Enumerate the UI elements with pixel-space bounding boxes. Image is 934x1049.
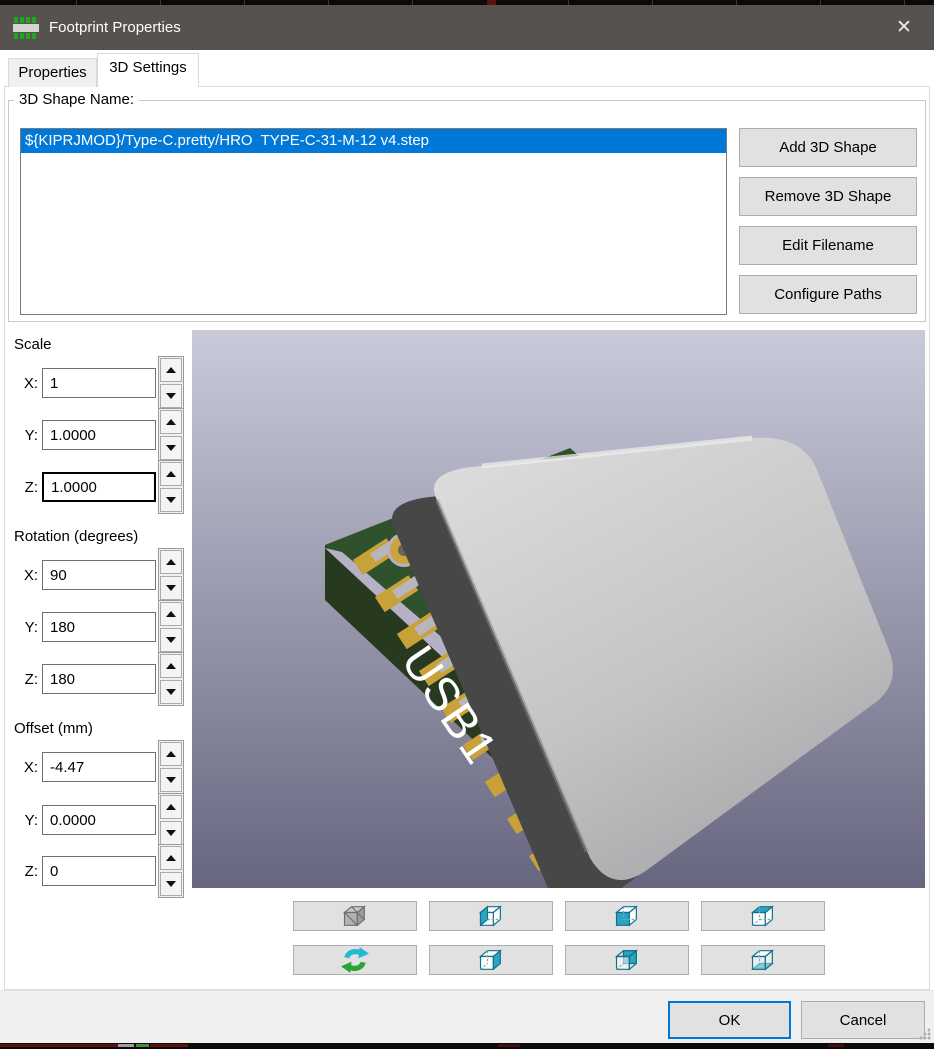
view-back-icon <box>610 946 644 974</box>
tab-3d-settings[interactable]: 3D Settings <box>97 53 199 87</box>
view-left-button[interactable] <box>429 901 553 931</box>
spin-down-button[interactable] <box>160 872 182 896</box>
scale-x-spinner <box>158 356 184 410</box>
view-top-button[interactable] <box>701 901 825 931</box>
spin-up-button[interactable] <box>160 846 182 870</box>
view-front-icon <box>610 902 644 930</box>
offset-z-label: Z: <box>14 863 38 880</box>
shape-name-group-title: 3D Shape Name: <box>14 91 139 108</box>
spin-up-button[interactable] <box>160 358 182 382</box>
footprint-icon <box>13 16 39 40</box>
rotation-y-label: Y: <box>14 619 38 636</box>
scale-z-spinner <box>158 460 184 514</box>
title-bar[interactable]: Footprint Properties ✕ <box>0 5 934 50</box>
spin-down-button[interactable] <box>160 628 182 652</box>
rotation-z-label: Z: <box>14 671 38 688</box>
add-3d-shape-button[interactable]: Add 3D Shape <box>739 128 917 167</box>
rotation-y-spinner <box>158 600 184 654</box>
offset-y-spinner <box>158 793 184 847</box>
offset-y-label: Y: <box>14 812 38 829</box>
close-button[interactable]: ✕ <box>882 5 926 50</box>
spin-down-button[interactable] <box>160 768 182 792</box>
spin-up-button[interactable] <box>160 654 182 678</box>
view-right-icon <box>474 946 508 974</box>
spin-up-button[interactable] <box>160 602 182 626</box>
view-top-icon <box>746 902 780 930</box>
scale-y-spinner <box>158 408 184 462</box>
offset-z-spinner <box>158 844 184 898</box>
background-app-strip-bottom <box>0 1043 934 1049</box>
view-right-button[interactable] <box>429 945 553 975</box>
shape-name-list[interactable]: ${KIPRJMOD}/Type-C.pretty/HRO TYPE-C-31-… <box>20 128 727 315</box>
3d-preview-viewport[interactable]: USB1 <box>192 330 925 888</box>
default-view-icon <box>338 902 372 930</box>
view-left-icon <box>474 902 508 930</box>
update-view-icon <box>338 946 372 974</box>
ok-button[interactable]: OK <box>668 1001 791 1039</box>
spin-down-button[interactable] <box>160 680 182 704</box>
tab-properties[interactable]: Properties <box>8 58 97 87</box>
usb-connector-3d-model: USB1 <box>192 330 925 888</box>
offset-section-title: Offset (mm) <box>14 720 93 737</box>
rotation-z-input[interactable] <box>42 664 156 694</box>
spin-up-button[interactable] <box>160 550 182 574</box>
window-title: Footprint Properties <box>49 19 181 36</box>
spin-up-button[interactable] <box>160 462 182 486</box>
spin-down-button[interactable] <box>160 821 182 845</box>
scale-y-label: Y: <box>14 427 38 444</box>
scale-x-label: X: <box>14 375 38 392</box>
scale-y-input[interactable] <box>42 420 156 450</box>
scale-z-input[interactable] <box>42 472 156 502</box>
rotation-section-title: Rotation (degrees) <box>14 528 138 545</box>
offset-y-input[interactable] <box>42 805 156 835</box>
view-front-button[interactable] <box>565 901 689 931</box>
offset-z-input[interactable] <box>42 856 156 886</box>
rotation-y-input[interactable] <box>42 612 156 642</box>
view-bottom-button[interactable] <box>701 945 825 975</box>
spin-down-button[interactable] <box>160 488 182 512</box>
scale-x-input[interactable] <box>42 368 156 398</box>
edit-filename-button[interactable]: Edit Filename <box>739 226 917 265</box>
default-view-button[interactable] <box>293 901 417 931</box>
offset-x-label: X: <box>14 759 38 776</box>
spin-up-button[interactable] <box>160 795 182 819</box>
spin-down-button[interactable] <box>160 384 182 408</box>
spin-down-button[interactable] <box>160 576 182 600</box>
spin-up-button[interactable] <box>160 410 182 434</box>
offset-x-spinner <box>158 740 184 794</box>
offset-x-input[interactable] <box>42 752 156 782</box>
scale-z-label: Z: <box>14 479 38 496</box>
configure-paths-button[interactable]: Configure Paths <box>739 275 917 314</box>
rotation-x-label: X: <box>14 567 38 584</box>
spin-down-button[interactable] <box>160 436 182 460</box>
view-bottom-icon <box>746 946 780 974</box>
rotation-x-input[interactable] <box>42 560 156 590</box>
dialog-footer: OK Cancel <box>0 990 934 1043</box>
scale-section-title: Scale <box>14 336 52 353</box>
view-back-button[interactable] <box>565 945 689 975</box>
remove-3d-shape-button[interactable]: Remove 3D Shape <box>739 177 917 216</box>
update-view-button[interactable] <box>293 945 417 975</box>
resize-grip[interactable] <box>919 1028 931 1040</box>
shape-name-list-item[interactable]: ${KIPRJMOD}/Type-C.pretty/HRO TYPE-C-31-… <box>21 129 726 153</box>
cancel-button[interactable]: Cancel <box>801 1001 925 1039</box>
rotation-x-spinner <box>158 548 184 602</box>
spin-up-button[interactable] <box>160 742 182 766</box>
rotation-z-spinner <box>158 652 184 706</box>
